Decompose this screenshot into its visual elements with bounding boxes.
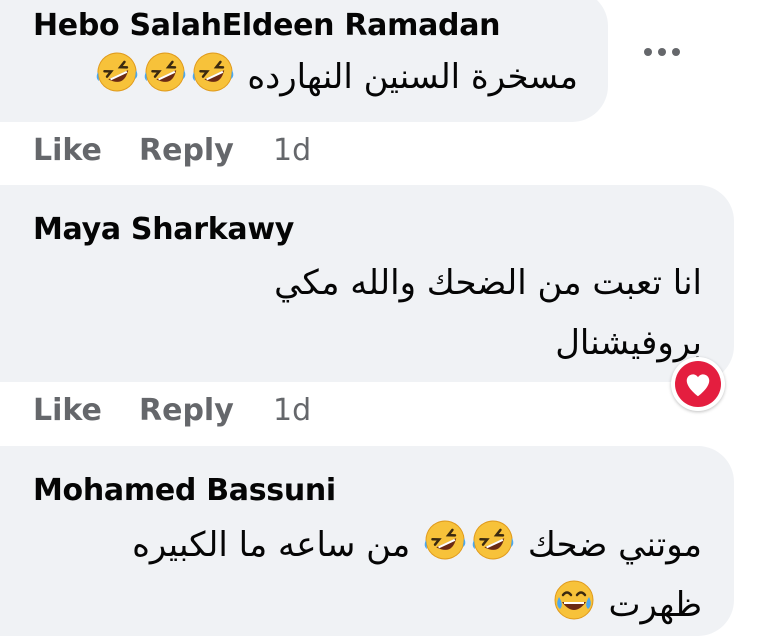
comment-text-line-1: موتني ضحك من ساعه ما الكبيره xyxy=(132,515,702,575)
rolling-on-floor-laughing-emoji xyxy=(144,52,185,92)
face-with-tears-of-joy-emoji xyxy=(554,580,594,620)
comment-text: انا تعبت من الضحك والله مكي بروفيشنال xyxy=(274,253,702,373)
comment-text: موتني ضحك من ساعه ما الكبيره ظهرت xyxy=(132,515,702,635)
rolling-on-floor-laughing-emoji xyxy=(472,520,514,560)
comment-text: مسخرة السنين النهارده xyxy=(93,47,578,107)
comment-timestamp[interactable]: 1d xyxy=(273,133,311,168)
comment-author-name[interactable]: Maya Sharkawy xyxy=(33,212,294,247)
comment-author-name[interactable]: Mohamed Bassuni xyxy=(33,473,336,508)
more-options-icon[interactable] xyxy=(630,30,694,74)
rolling-on-floor-laughing-emoji xyxy=(424,520,466,560)
comment-text-segment: من ساعه ما الكبيره xyxy=(132,525,411,565)
reply-button[interactable]: Reply xyxy=(139,393,234,428)
comment-text-line: انا تعبت من الضحك والله مكي xyxy=(274,263,702,303)
comment-text-line: بروفيشنال xyxy=(555,323,702,363)
like-button[interactable]: Like xyxy=(33,133,102,168)
reply-button[interactable]: Reply xyxy=(139,133,234,168)
comment-author-name[interactable]: Hebo SalahEldeen Ramadan xyxy=(33,8,501,43)
comment-text-segment: ظهرت xyxy=(608,585,703,625)
heart-reaction-icon[interactable] xyxy=(671,357,725,411)
comment-text-segment: موتني ضحك xyxy=(527,525,702,565)
heart-icon xyxy=(686,374,710,397)
rolling-on-floor-laughing-emoji xyxy=(96,52,137,92)
comment-timestamp[interactable]: 1d xyxy=(273,393,311,428)
rolling-on-floor-laughing-emoji xyxy=(192,52,233,92)
like-button[interactable]: Like xyxy=(33,393,102,428)
comment-text-line-2: ظهرت xyxy=(132,575,702,635)
comment-text-line: مسخرة السنين النهارده xyxy=(247,57,578,97)
